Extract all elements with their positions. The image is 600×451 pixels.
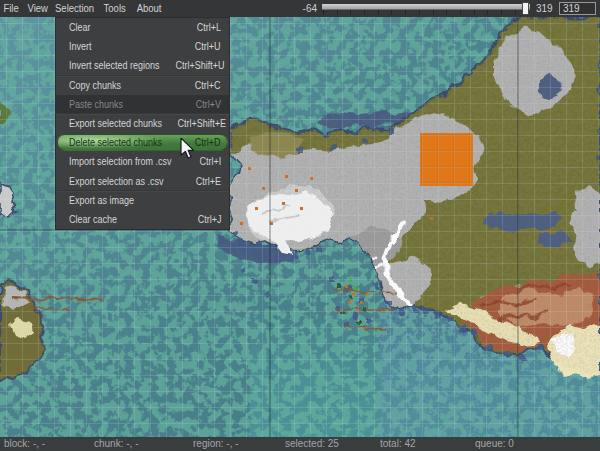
menu-item-invert-selected-regions[interactable]: Invert selected regionsCtrl+Shift+U [56, 56, 229, 75]
menu-separator [56, 190, 229, 192]
menu-item-copy-chunks[interactable]: Copy chunksCtrl+C [56, 76, 229, 95]
menu-separator [56, 75, 229, 77]
status-region: region: -, - [193, 437, 239, 451]
menu-item-import-selection-from-csv[interactable]: Import selection from .csvCtrl+I [56, 152, 229, 171]
menu-selection[interactable]: Selection [48, 0, 101, 17]
menu-item-invert[interactable]: InvertCtrl+U [56, 37, 229, 56]
menu-item-paste-chunks[interactable]: Paste chunksCtrl+V [56, 95, 229, 114]
mouse-cursor [180, 138, 198, 162]
menu-item-delete-selected-chunks[interactable]: Delete selected chunksCtrl+D [56, 133, 229, 152]
menu-tools[interactable]: Tools [97, 0, 132, 17]
layer-input[interactable]: 319 [559, 2, 596, 15]
status-selected: selected: 25 [285, 437, 339, 451]
menu-about[interactable]: About [130, 0, 168, 17]
menu-separator [56, 113, 229, 115]
menu-item-export-as-image[interactable]: Export as image [56, 191, 229, 210]
slider-min-label: -64 [291, 2, 317, 15]
status-total: total: 42 [380, 437, 416, 451]
status-block: block: -, - [4, 437, 45, 451]
selection-menu-dropdown: ClearCtrl+LInvertCtrl+UInvert selected r… [55, 17, 230, 230]
slider-thumb[interactable] [522, 2, 529, 15]
status-queue: queue: 0 [475, 437, 514, 451]
menu-item-clear-cache[interactable]: Clear cacheCtrl+J [56, 210, 229, 229]
slider-value-label: 319 [536, 2, 553, 15]
status-chunk: chunk: -, - [94, 437, 138, 451]
menu-item-clear[interactable]: ClearCtrl+L [56, 18, 229, 37]
status-bar: block: -, - chunk: -, - region: -, - select… [0, 437, 600, 451]
menu-item-export-selection-as-csv[interactable]: Export selection as .csvCtrl+E [56, 172, 229, 191]
slider-ticks [323, 10, 529, 15]
menu-item-export-selected-chunks[interactable]: Export selected chunksCtrl+Shift+E [56, 114, 229, 133]
menu-bar: FileViewSelectionToolsAbout-64319319 [0, 0, 600, 17]
